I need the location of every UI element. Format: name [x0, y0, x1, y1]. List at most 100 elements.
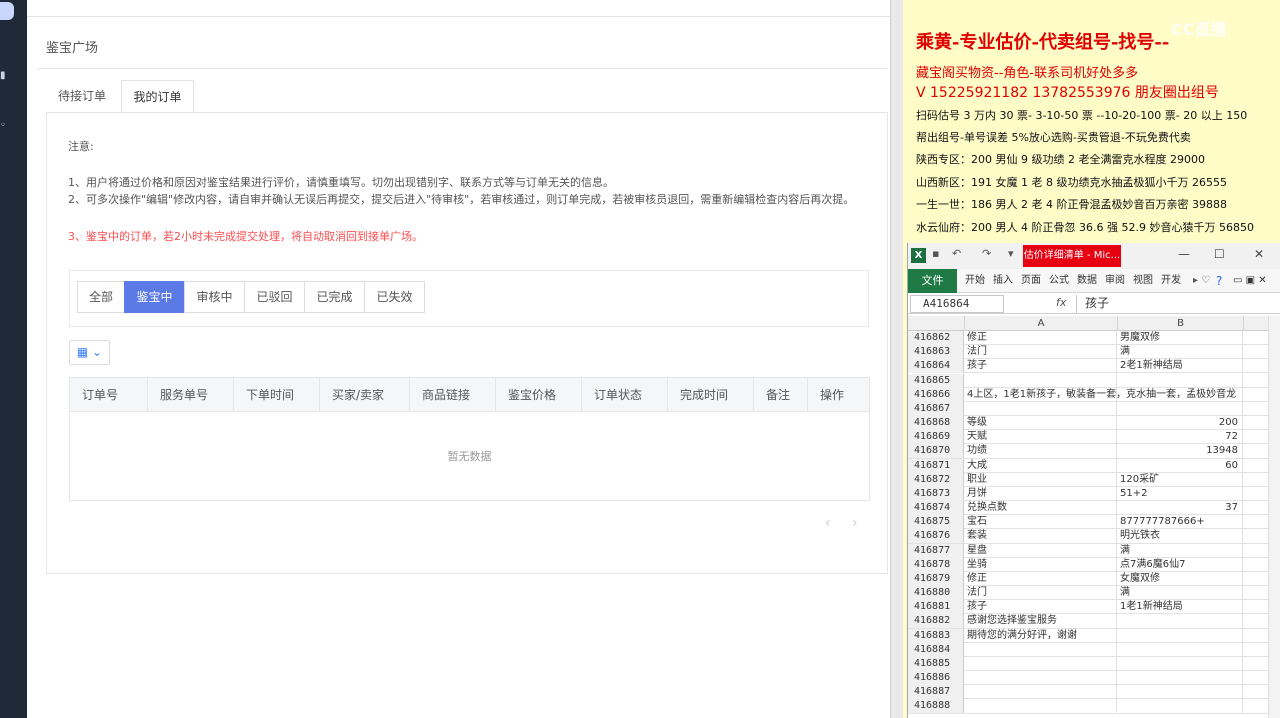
- formula-input[interactable]: 孩子: [1076, 295, 1280, 313]
- cell-a[interactable]: [965, 642, 1117, 657]
- column-header-b[interactable]: B: [1118, 316, 1244, 331]
- cell-a[interactable]: 套装: [965, 529, 1117, 544]
- cell-a[interactable]: [965, 685, 1117, 700]
- cell-b[interactable]: 877777787666+: [1118, 515, 1243, 530]
- ribbon-tab-view[interactable]: 视图: [1133, 269, 1153, 293]
- ribbon-window-controls[interactable]: ▭ ▣ ✕: [1233, 269, 1267, 293]
- cell-a[interactable]: 天赋: [965, 430, 1117, 445]
- row-number[interactable]: 416873: [908, 486, 964, 501]
- cell-b[interactable]: 2老1新神结局: [1118, 359, 1243, 374]
- ribbon-expand-icon[interactable]: ▸ ♡: [1193, 269, 1210, 293]
- row-number[interactable]: 416870: [908, 444, 964, 459]
- split-divider[interactable]: [890, 0, 903, 718]
- column-header-a[interactable]: A: [965, 316, 1118, 331]
- filter-all-button[interactable]: 全部: [77, 281, 125, 313]
- row-number[interactable]: 416882: [908, 614, 964, 629]
- cell-a[interactable]: 修正: [965, 331, 1117, 345]
- row-number[interactable]: 416880: [908, 586, 964, 601]
- undo-icon[interactable]: ↶: [952, 247, 961, 260]
- row-number[interactable]: 416875: [908, 515, 964, 530]
- cell-b[interactable]: 37: [1118, 501, 1243, 516]
- row-number[interactable]: 416865: [908, 373, 964, 388]
- row-number[interactable]: 416879: [908, 571, 964, 586]
- ribbon-tab-formulas[interactable]: 公式: [1049, 269, 1069, 293]
- next-page-icon[interactable]: ›: [852, 515, 858, 531]
- cell-a[interactable]: 孩子: [965, 359, 1117, 374]
- cell-a[interactable]: 兑换点数: [965, 501, 1117, 516]
- ribbon-tab-home[interactable]: 开始: [965, 269, 985, 293]
- cell-b[interactable]: 60: [1118, 458, 1243, 473]
- row-number[interactable]: 416883: [908, 628, 964, 643]
- cell-a[interactable]: 法门: [965, 345, 1117, 360]
- row-number[interactable]: 416866: [908, 387, 964, 402]
- cell-b[interactable]: [1118, 656, 1243, 671]
- cell-b[interactable]: [1118, 699, 1243, 714]
- cell-b[interactable]: [1118, 373, 1243, 388]
- app-logo-icon[interactable]: [0, 2, 14, 20]
- filter-completed-button[interactable]: 已完成: [304, 281, 365, 313]
- row-number[interactable]: 416887: [908, 685, 964, 700]
- ribbon-tab-file[interactable]: 文件: [908, 269, 957, 293]
- cell-a[interactable]: [965, 656, 1117, 671]
- filter-expired-button[interactable]: 已失效: [364, 281, 425, 313]
- customize-qat-icon[interactable]: ▾: [1008, 247, 1014, 260]
- cell-a[interactable]: [965, 373, 1117, 388]
- vertical-scrollbar[interactable]: [1268, 316, 1280, 718]
- help-icon[interactable]: ?: [1216, 269, 1222, 293]
- row-number[interactable]: 416884: [908, 642, 964, 657]
- cell-a[interactable]: 修正: [965, 571, 1117, 586]
- cell-a[interactable]: 期待您的满分好评，谢谢: [965, 628, 1117, 643]
- cell-b[interactable]: 明光铁衣: [1118, 529, 1243, 544]
- cell-a[interactable]: 坐骑: [965, 557, 1117, 572]
- cell-a[interactable]: 星盘: [965, 543, 1117, 558]
- cell-b[interactable]: [1118, 628, 1243, 643]
- name-box[interactable]: A416864: [910, 295, 1004, 313]
- row-number[interactable]: 416878: [908, 557, 964, 572]
- prev-page-icon[interactable]: ‹: [825, 515, 831, 531]
- cell-b[interactable]: 满: [1118, 586, 1243, 601]
- tab-pending-orders[interactable]: 待接订单: [46, 80, 118, 113]
- cell-a[interactable]: 功绩: [965, 444, 1117, 459]
- row-number[interactable]: 416876: [908, 529, 964, 544]
- row-number[interactable]: 416868: [908, 416, 964, 431]
- filter-reviewing-button[interactable]: 审核中: [184, 281, 245, 313]
- cell-b[interactable]: [1118, 685, 1243, 700]
- row-number[interactable]: 416872: [908, 472, 964, 487]
- cell-b[interactable]: 点7满6魔6仙7: [1118, 557, 1243, 572]
- cell-b[interactable]: 72: [1118, 430, 1243, 445]
- row-number[interactable]: 416877: [908, 543, 964, 558]
- select-all-corner[interactable]: [908, 316, 965, 331]
- close-icon[interactable]: ✕: [1254, 247, 1264, 261]
- row-number[interactable]: 416863: [908, 345, 964, 360]
- row-number[interactable]: 416885: [908, 656, 964, 671]
- cell-b[interactable]: 满: [1118, 345, 1243, 360]
- save-icon[interactable]: ▪: [932, 247, 939, 260]
- column-toggle-button[interactable]: ▦ ⌄: [69, 340, 110, 365]
- fx-icon[interactable]: fx: [1056, 296, 1066, 309]
- cell-b[interactable]: [1118, 671, 1243, 686]
- cell-b[interactable]: [1118, 614, 1243, 629]
- cell-a[interactable]: 月饼: [965, 486, 1117, 501]
- row-number[interactable]: 416867: [908, 401, 964, 416]
- minimize-icon[interactable]: —: [1178, 247, 1190, 261]
- cell-a[interactable]: 大成: [965, 458, 1117, 473]
- cell-b[interactable]: [1118, 642, 1243, 657]
- row-number[interactable]: 416886: [908, 671, 964, 686]
- row-number[interactable]: 416888: [908, 699, 964, 714]
- cell-a[interactable]: [965, 401, 1117, 416]
- filter-rejected-button[interactable]: 已驳回: [244, 281, 305, 313]
- cell-b[interactable]: 1老1新神结局: [1118, 600, 1243, 615]
- cell-a[interactable]: 4上区，1老1新孩子，敏装备一套，克水抽一套，孟极妙音龙: [965, 387, 1236, 402]
- cell-b[interactable]: [1118, 387, 1243, 402]
- cell-a[interactable]: 宝石: [965, 515, 1117, 530]
- cell-a[interactable]: 感谢您选择鉴宝服务: [965, 614, 1117, 629]
- row-number[interactable]: 416871: [908, 458, 964, 473]
- row-number[interactable]: 416862: [908, 331, 964, 345]
- cell-b[interactable]: [1118, 401, 1243, 416]
- row-number[interactable]: 416881: [908, 600, 964, 615]
- cell-b[interactable]: 女魔双修: [1118, 571, 1243, 586]
- row-number[interactable]: 416864: [908, 359, 964, 374]
- cell-a[interactable]: [965, 671, 1117, 686]
- cell-a[interactable]: 孩子: [965, 600, 1117, 615]
- row-number[interactable]: 416869: [908, 430, 964, 445]
